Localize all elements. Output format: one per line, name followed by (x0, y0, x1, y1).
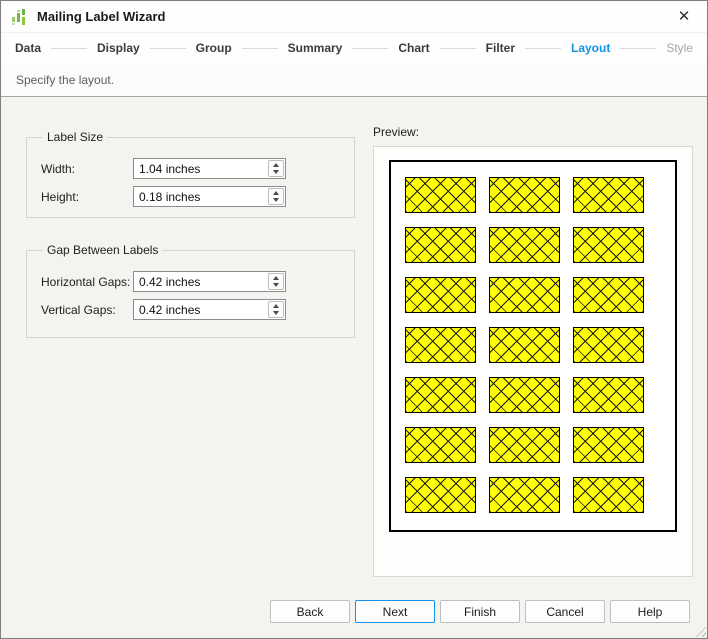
label-cell (405, 477, 476, 513)
preview-page (389, 160, 677, 532)
content-area: Label Size Width: Height: (1, 97, 707, 638)
label-cell (405, 327, 476, 363)
step-display[interactable]: Display (97, 41, 140, 55)
spin-up-button[interactable] (269, 189, 283, 197)
arrow-down-icon (273, 283, 279, 288)
next-button[interactable]: Next (355, 600, 435, 623)
label-cell (489, 177, 560, 213)
horizontal-gaps-input[interactable] (134, 272, 267, 291)
labels-grid (391, 162, 675, 513)
label-cell (405, 277, 476, 313)
subtitle-strip: Specify the layout. (1, 63, 707, 97)
step-connector (51, 47, 87, 49)
label-cell (489, 377, 560, 413)
label-cell (573, 327, 644, 363)
height-label: Height: (41, 189, 80, 204)
label-cell (489, 427, 560, 463)
cancel-button[interactable]: Cancel (525, 600, 605, 623)
label-cell (489, 477, 560, 513)
label-cell (573, 427, 644, 463)
close-icon[interactable]: ✕ (673, 6, 695, 28)
step-filter[interactable]: Filter (486, 41, 515, 55)
height-row: Height: (41, 186, 342, 207)
label-cell (573, 277, 644, 313)
preview-label: Preview: (373, 125, 420, 139)
preview-panel (373, 146, 693, 577)
arrow-up-icon (273, 275, 279, 280)
arrow-up-icon (273, 303, 279, 308)
step-connector (352, 47, 389, 49)
vertical-gaps-spinner (133, 299, 286, 320)
horizontal-gaps-row: Horizontal Gaps: (41, 271, 342, 292)
vertical-gaps-label: Vertical Gaps: (41, 302, 116, 317)
app-logo-icon (12, 8, 25, 25)
step-connector (149, 47, 186, 49)
horizontal-gaps-spin-buttons (268, 273, 284, 290)
label-cell (489, 327, 560, 363)
spin-down-button[interactable] (269, 282, 283, 290)
height-spinner (133, 186, 286, 207)
step-style[interactable]: Style (666, 41, 693, 55)
label-cell (405, 227, 476, 263)
arrow-down-icon (273, 170, 279, 175)
width-input[interactable] (134, 159, 267, 178)
label-size-group: Label Size Width: Height: (26, 130, 355, 218)
label-size-legend: Label Size (47, 130, 104, 144)
title-bar: Mailing Label Wizard ✕ (1, 1, 707, 33)
step-connector (241, 47, 278, 49)
arrow-up-icon (273, 190, 279, 195)
label-cell (405, 377, 476, 413)
finish-button[interactable]: Finish (440, 600, 520, 623)
label-cell (573, 177, 644, 213)
step-summary[interactable]: Summary (288, 41, 343, 55)
horizontal-gaps-label: Horizontal Gaps: (41, 274, 131, 289)
label-cell (573, 227, 644, 263)
width-label: Width: (41, 161, 76, 176)
step-connector (525, 47, 561, 49)
arrow-up-icon (273, 162, 279, 167)
mailing-label-wizard-dialog: Mailing Label Wizard ✕ Data Display Grou… (0, 0, 708, 639)
width-spin-buttons (268, 160, 284, 177)
step-chart[interactable]: Chart (398, 41, 429, 55)
label-cell (489, 277, 560, 313)
label-cell (489, 227, 560, 263)
label-cell (405, 427, 476, 463)
vertical-gaps-row: Vertical Gaps: (41, 299, 342, 320)
height-input[interactable] (134, 187, 267, 206)
label-cell (573, 377, 644, 413)
back-button[interactable]: Back (270, 600, 350, 623)
step-connector (439, 47, 476, 49)
width-spinner (133, 158, 286, 179)
vertical-gaps-spin-buttons (268, 301, 284, 318)
step-connector (620, 47, 657, 49)
spin-down-button[interactable] (269, 197, 283, 205)
label-cell (405, 177, 476, 213)
horizontal-gaps-spinner (133, 271, 286, 292)
spin-down-button[interactable] (269, 310, 283, 318)
spin-up-button[interactable] (269, 274, 283, 282)
step-layout[interactable]: Layout (571, 41, 610, 55)
footer-button-bar: Back Next Finish Cancel Help (270, 600, 690, 623)
step-data[interactable]: Data (15, 41, 41, 55)
wizard-step-nav: Data Display Group Summary Chart Filter … (1, 33, 707, 63)
label-cell (573, 477, 644, 513)
spin-up-button[interactable] (269, 302, 283, 310)
gap-group-legend: Gap Between Labels (47, 243, 159, 257)
spin-up-button[interactable] (269, 161, 283, 169)
height-spin-buttons (268, 188, 284, 205)
spin-down-button[interactable] (269, 169, 283, 177)
width-row: Width: (41, 158, 342, 179)
window-title: Mailing Label Wizard (37, 9, 166, 24)
arrow-down-icon (273, 311, 279, 316)
gap-between-labels-group: Gap Between Labels Horizontal Gaps: Vert… (26, 243, 355, 338)
wizard-subtitle: Specify the layout. (16, 72, 115, 87)
arrow-down-icon (273, 198, 279, 203)
help-button[interactable]: Help (610, 600, 690, 623)
vertical-gaps-input[interactable] (134, 300, 267, 319)
step-group[interactable]: Group (196, 41, 232, 55)
